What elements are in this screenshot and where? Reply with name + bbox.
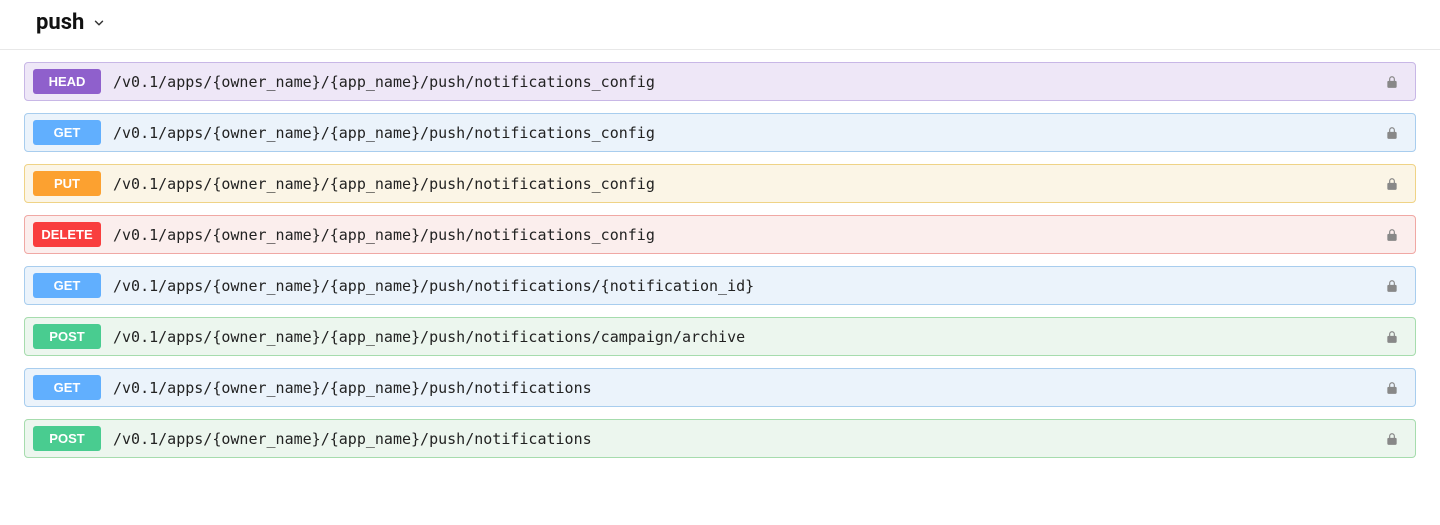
lock-icon[interactable] (1383, 124, 1401, 142)
method-badge: GET (33, 273, 101, 298)
operation-row[interactable]: GET/v0.1/apps/{owner_name}/{app_name}/pu… (24, 113, 1416, 152)
section-header[interactable]: push (0, 0, 1440, 50)
lock-icon[interactable] (1383, 226, 1401, 244)
method-badge: GET (33, 375, 101, 400)
operation-path: /v0.1/apps/{owner_name}/{app_name}/push/… (113, 277, 1371, 295)
section-title: push (36, 10, 84, 35)
method-badge: GET (33, 120, 101, 145)
method-badge: POST (33, 426, 101, 451)
method-badge: HEAD (33, 69, 101, 94)
lock-icon[interactable] (1383, 175, 1401, 193)
operation-path: /v0.1/apps/{owner_name}/{app_name}/push/… (113, 328, 1371, 346)
operation-path: /v0.1/apps/{owner_name}/{app_name}/push/… (113, 175, 1371, 193)
operation-path: /v0.1/apps/{owner_name}/{app_name}/push/… (113, 430, 1371, 448)
operation-row[interactable]: HEAD/v0.1/apps/{owner_name}/{app_name}/p… (24, 62, 1416, 101)
lock-icon[interactable] (1383, 277, 1401, 295)
operation-row[interactable]: POST/v0.1/apps/{owner_name}/{app_name}/p… (24, 419, 1416, 458)
lock-icon[interactable] (1383, 430, 1401, 448)
operation-path: /v0.1/apps/{owner_name}/{app_name}/push/… (113, 379, 1371, 397)
operation-row[interactable]: GET/v0.1/apps/{owner_name}/{app_name}/pu… (24, 368, 1416, 407)
operation-row[interactable]: GET/v0.1/apps/{owner_name}/{app_name}/pu… (24, 266, 1416, 305)
operations-list: HEAD/v0.1/apps/{owner_name}/{app_name}/p… (24, 62, 1416, 458)
operation-path: /v0.1/apps/{owner_name}/{app_name}/push/… (113, 124, 1371, 142)
lock-icon[interactable] (1383, 328, 1401, 346)
lock-icon[interactable] (1383, 73, 1401, 91)
chevron-down-icon (92, 16, 106, 30)
lock-icon[interactable] (1383, 379, 1401, 397)
operation-row[interactable]: PUT/v0.1/apps/{owner_name}/{app_name}/pu… (24, 164, 1416, 203)
operation-path: /v0.1/apps/{owner_name}/{app_name}/push/… (113, 226, 1371, 244)
operation-row[interactable]: POST/v0.1/apps/{owner_name}/{app_name}/p… (24, 317, 1416, 356)
method-badge: POST (33, 324, 101, 349)
method-badge: DELETE (33, 222, 101, 247)
method-badge: PUT (33, 171, 101, 196)
operation-row[interactable]: DELETE/v0.1/apps/{owner_name}/{app_name}… (24, 215, 1416, 254)
operation-path: /v0.1/apps/{owner_name}/{app_name}/push/… (113, 73, 1371, 91)
